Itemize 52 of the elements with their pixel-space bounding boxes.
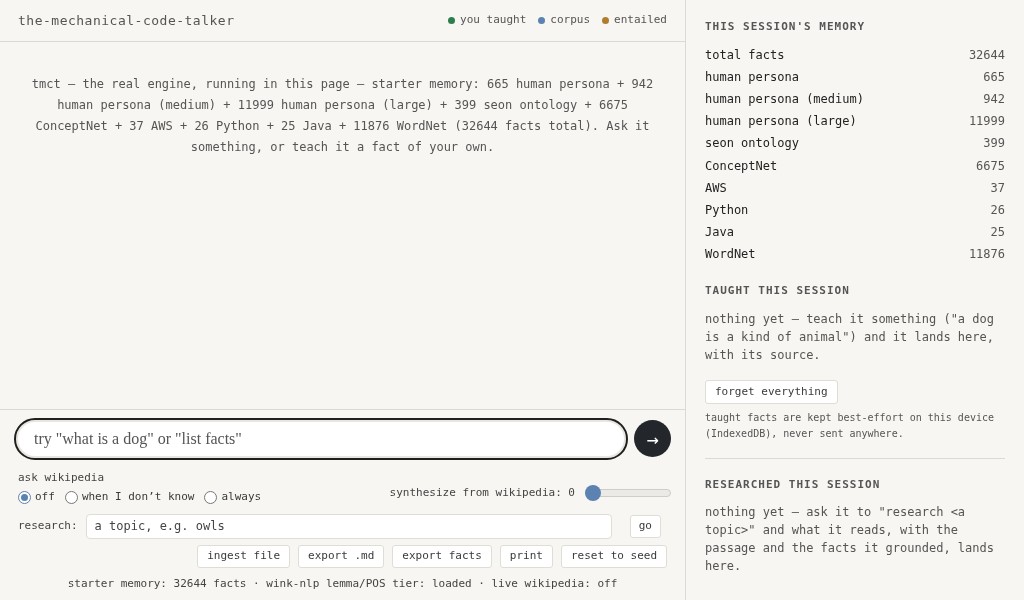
intro-text: tmct — the real engine, running in this page — starter memory: 665 human persona + 942 human persona (medium) + 11999 human persona (large) + 399 seon ontology + 6675 ConceptNet + 37 AWS + 26 Python + 25 Java + 11876 WordNet (32644 facts total). Ask it something, or teach it a fact of your own. — [30, 76, 655, 156]
app-title: the-mechanical-code-talker — [18, 11, 235, 30]
ask-field[interactable]: try "what is a dog" or "list facts" — [14, 417, 628, 460]
memory-fact-count: 32644 — [968, 46, 1005, 64]
memory-fact-count: 399 — [983, 135, 1005, 153]
radio-button[interactable] — [64, 490, 78, 504]
send-button[interactable]: → — [634, 420, 671, 457]
synthesize-label: synthesize from wikipedia: 0 — [389, 485, 575, 501]
legend-label: corpus — [550, 12, 590, 29]
memory-fact-count: 942 — [983, 90, 1005, 108]
taught-placeholder-text: nothing yet — teach it something ("a dog is a kind of animal") and it lands here, with its source. — [705, 310, 995, 364]
radio-label[interactable]: when I don’t know — [81, 489, 195, 506]
legend-label: entailed — [614, 12, 667, 29]
memory-source-name: AWS — [705, 179, 727, 197]
radio-label[interactable]: always — [221, 489, 262, 506]
memory-fact-count: 37 — [990, 179, 1005, 197]
synthesize-slider[interactable] — [585, 485, 671, 502]
memory-fact-count: 11999 — [968, 113, 1005, 131]
memory-source-name: Java — [705, 224, 734, 242]
memory-source-name: seon ontology — [705, 135, 799, 153]
memory-fact-count: 26 — [990, 201, 1005, 219]
research-label: research: — [18, 517, 78, 534]
memory-source-name: Python — [705, 201, 749, 219]
action-button[interactable]: print — [499, 544, 553, 568]
action-button[interactable]: ingest file — [197, 544, 291, 568]
radio-button[interactable] — [204, 490, 218, 504]
status-text: starter memory: 32644 facts · wink-nlp lemma/POS tier: loaded · live wikipedia: off — [66, 575, 619, 592]
memory-source-name: human persona — [705, 68, 799, 86]
ask-wikipedia-label: ask wikipedia — [18, 469, 106, 486]
memory-fact-count: 25 — [990, 224, 1005, 242]
legend-label: you taught — [460, 12, 527, 29]
memory-fact-count: 6675 — [976, 157, 1005, 175]
section-heading: RESEARCHED THIS SESSION — [705, 476, 882, 493]
forget-everything-button[interactable]: forget everything — [705, 379, 838, 404]
research-field[interactable]: a topic, e.g. owls — [85, 513, 612, 539]
section-heading: TAUGHT THIS SESSION — [705, 283, 851, 300]
memory-source-name: WordNet — [705, 246, 756, 264]
researched-placeholder-text: nothing yet — ask it to "research <a topic>" and what it reads, with the passage and the facts it grounded, lands here. — [705, 504, 995, 576]
storage-note: taught facts are kept best-effort on this device (IndexedDB), never sent anywhere. — [705, 410, 995, 441]
action-button[interactable]: reset to seed — [560, 544, 667, 568]
action-button[interactable]: export facts — [392, 544, 492, 568]
memory-source-name: total facts — [705, 46, 785, 64]
memory-source-name: human persona (medium) — [705, 90, 864, 108]
memory-fact-count: 665 — [983, 68, 1005, 86]
radio-button[interactable] — [18, 490, 31, 504]
memory-source-name: human persona (large) — [705, 113, 857, 131]
memory-source-name: ConceptNet — [705, 157, 778, 175]
memory-fact-count: 11876 — [968, 246, 1005, 264]
radio-label[interactable]: off — [35, 489, 55, 506]
section-heading: THIS SESSION'S MEMORY — [705, 19, 867, 35]
go-button[interactable]: go — [629, 514, 661, 538]
action-button[interactable]: export .md — [298, 544, 385, 568]
